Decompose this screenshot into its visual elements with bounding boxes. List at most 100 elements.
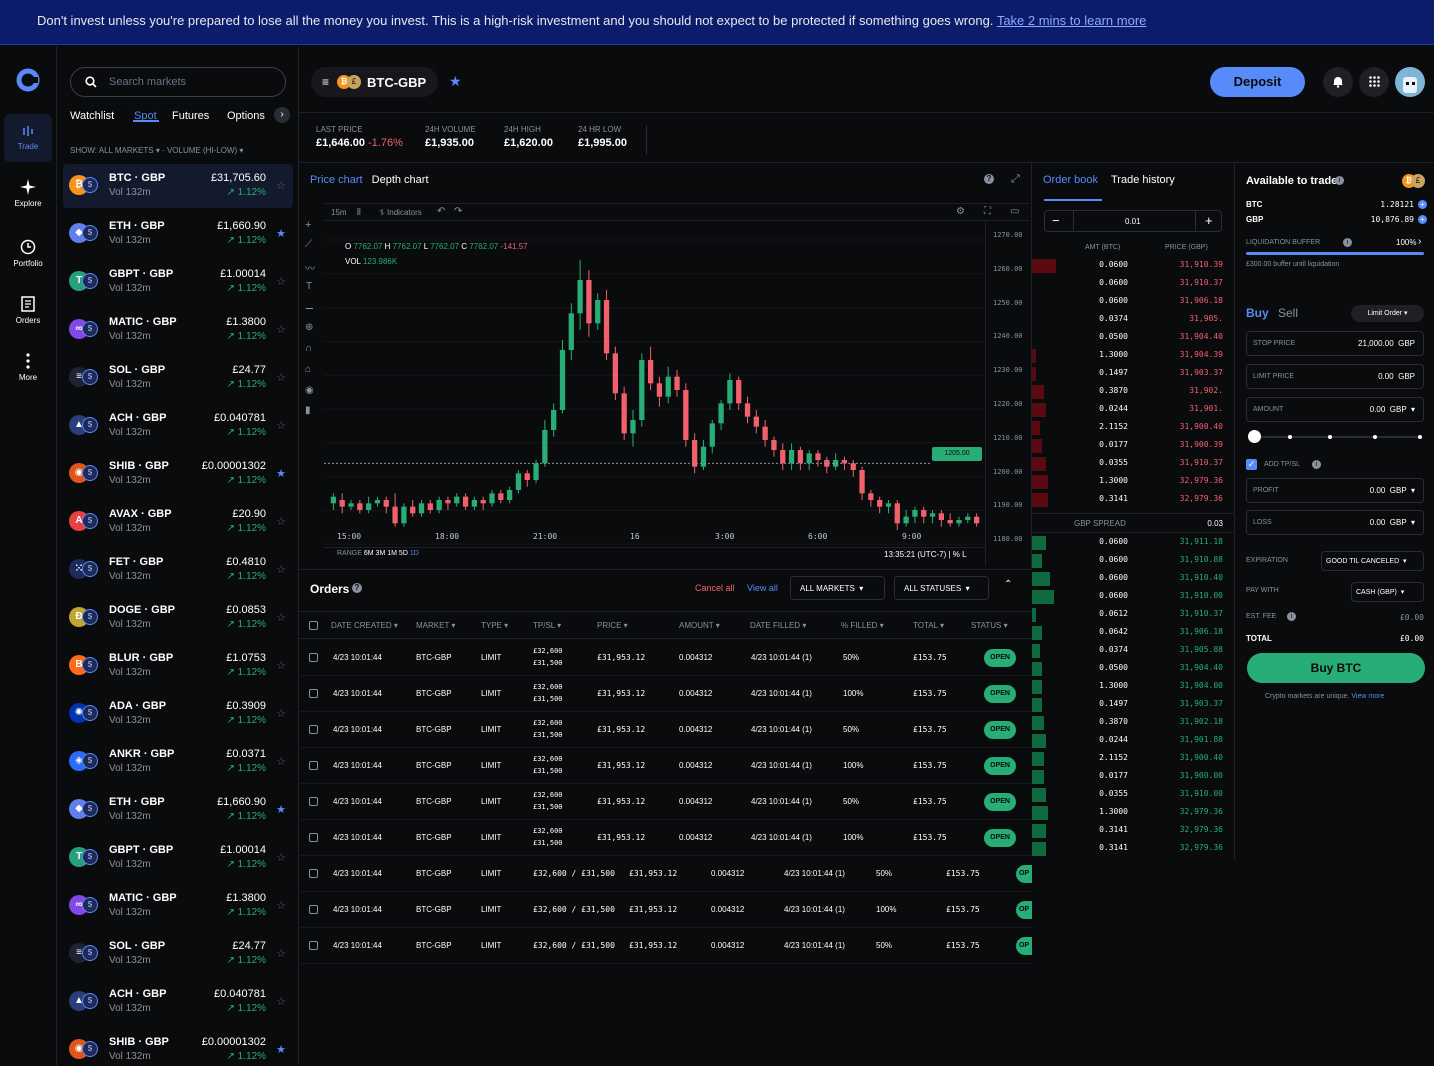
- star-icon[interactable]: ☆: [276, 563, 286, 576]
- book-row[interactable]: 0.0355 31,910.37: [1032, 455, 1235, 473]
- candle-body[interactable]: [771, 440, 777, 450]
- row-checkbox[interactable]: [309, 833, 318, 842]
- add-icon[interactable]: +: [1418, 200, 1427, 209]
- market-row[interactable]: ◈ $ ANKR · GBP Vol 132m £0.0371 ↗ 1.12% ☆: [63, 740, 293, 784]
- range-1d[interactable]: 1D: [410, 550, 419, 557]
- book-row[interactable]: 0.0600 31,906.18: [1032, 293, 1235, 311]
- loss-currency[interactable]: GBP: [1390, 518, 1407, 527]
- limit-price-field[interactable]: LIMIT PRICE 0.00 GBP: [1246, 364, 1424, 389]
- buy-tab[interactable]: Buy: [1246, 306, 1269, 320]
- candle-body[interactable]: [480, 500, 486, 504]
- candle-body[interactable]: [392, 506, 398, 524]
- candle-body[interactable]: [683, 390, 689, 440]
- camera-icon[interactable]: ▭: [1010, 206, 1019, 217]
- candle-body[interactable]: [877, 500, 883, 507]
- market-row[interactable]: ₿ $ BTC · GBP Vol 132m £31,705.60 ↗ 1.12% ☆: [63, 164, 293, 208]
- candle-body[interactable]: [506, 490, 513, 500]
- nav-orders[interactable]: Orders: [4, 291, 52, 339]
- market-row[interactable]: ⁙ $ FET · GBP Vol 132m £0.4810 ↗ 1.12% ☆: [63, 548, 293, 592]
- collapse-icon[interactable]: ⌃: [1004, 579, 1012, 590]
- book-row[interactable]: 0.0244 31,901.88: [1032, 732, 1235, 750]
- candle-body[interactable]: [647, 360, 654, 384]
- sell-tab[interactable]: Sell: [1278, 306, 1298, 320]
- book-row[interactable]: 1.3000 31,904.00: [1032, 678, 1235, 696]
- table-row[interactable]: 4/23 10:01:44 BTC-GBP LIMIT £32,600 £31,500 £…: [299, 640, 1032, 676]
- table-row[interactable]: 4/23 10:01:44 BTC-GBP LIMIT £32,600 £31,500 £…: [299, 712, 1032, 748]
- candle-body[interactable]: [383, 500, 389, 507]
- table-row[interactable]: 4/23 10:01:44 BTC-GBP LIMIT £32,600 £31,500 £…: [299, 676, 1032, 712]
- book-row[interactable]: 0.0500 31,904.40: [1032, 660, 1235, 678]
- table-row[interactable]: 4/23 10:01:44 BTC-GBP LIMIT £32,600 / £31,5…: [299, 856, 1032, 892]
- crosshair-icon[interactable]: +: [305, 219, 311, 231]
- ruler-icon[interactable]: ⚊: [305, 301, 314, 312]
- profit-input[interactable]: 0.00: [1370, 486, 1386, 495]
- star-icon[interactable]: ☆: [276, 611, 286, 624]
- candle-body[interactable]: [462, 496, 469, 507]
- candle-body[interactable]: [612, 353, 618, 394]
- star-icon[interactable]: ☆: [276, 707, 286, 720]
- minus-icon[interactable]: −: [1052, 213, 1060, 228]
- tab-futures[interactable]: Futures: [172, 110, 209, 122]
- candle-body[interactable]: [577, 280, 583, 314]
- nav-more[interactable]: More: [4, 348, 52, 396]
- book-row[interactable]: 0.0500 31,904.40: [1032, 329, 1235, 347]
- star-icon[interactable]: ☆: [276, 899, 286, 912]
- candle-body[interactable]: [692, 440, 698, 467]
- star-icon[interactable]: ☆: [276, 515, 286, 528]
- amount-slider[interactable]: [1248, 430, 1422, 443]
- row-checkbox[interactable]: [309, 761, 318, 770]
- undo-icon[interactable]: ↶: [437, 206, 445, 217]
- star-icon[interactable]: ☆: [276, 851, 286, 864]
- candle-body[interactable]: [621, 393, 627, 434]
- star-icon[interactable]: ☆: [276, 371, 286, 384]
- search-input[interactable]: Search markets: [109, 76, 186, 88]
- star-icon[interactable]: ☆: [276, 275, 286, 288]
- pct-toggle[interactable]: % L: [953, 550, 967, 559]
- book-row[interactable]: 0.0374 31,905.88: [1032, 642, 1235, 660]
- order-type-select[interactable]: Limit Order ▾: [1351, 305, 1424, 322]
- candle-body[interactable]: [498, 493, 504, 500]
- market-row[interactable]: ▲ $ ACH · GBP Vol 132m £0.040781 ↗ 1.12% ☆: [63, 980, 293, 1024]
- book-row[interactable]: 2.1152 31,900.40: [1032, 750, 1235, 768]
- row-checkbox[interactable]: [309, 689, 318, 698]
- candle-body[interactable]: [674, 376, 680, 390]
- candle-body[interactable]: [445, 500, 451, 504]
- book-row[interactable]: 0.0600 31,910.37: [1032, 275, 1235, 293]
- chevron-right-icon[interactable]: ›: [1418, 236, 1421, 247]
- buy-btc-button[interactable]: Buy BTC: [1247, 653, 1425, 683]
- stop-price-input[interactable]: 21,000.00: [1358, 339, 1394, 348]
- apps-button[interactable]: [1359, 67, 1389, 97]
- candle-body[interactable]: [595, 300, 601, 324]
- favorite-star-icon[interactable]: ★: [449, 73, 462, 90]
- table-row[interactable]: 4/23 10:01:44 BTC-GBP LIMIT £32,600 / £31,5…: [299, 928, 1032, 964]
- candle-body[interactable]: [533, 463, 539, 480]
- book-row[interactable]: 0.0600 31,910.39: [1032, 257, 1235, 275]
- tab-price-chart[interactable]: Price chart: [310, 174, 363, 186]
- market-row[interactable]: ≡ $ SOL · GBP Vol 132m £24.77 ↗ 1.12% ☆: [63, 932, 293, 976]
- star-icon[interactable]: ★: [276, 227, 286, 240]
- avatar[interactable]: [1395, 67, 1425, 97]
- amount-field[interactable]: AMOUNT 0.00 GBP ▾: [1246, 397, 1424, 422]
- candle-body[interactable]: [366, 503, 372, 510]
- pay-with-select[interactable]: CASH (GBP) ▾: [1351, 582, 1424, 602]
- book-row[interactable]: 0.0642 31,906.18: [1032, 624, 1235, 642]
- info-icon[interactable]: i: [1343, 238, 1352, 247]
- range-3m[interactable]: 3M: [376, 550, 386, 557]
- step-stepper[interactable]: − 0.01 +: [1044, 210, 1222, 232]
- loss-input[interactable]: 0.00: [1370, 518, 1386, 527]
- book-row[interactable]: 0.3141 32,979.36: [1032, 840, 1235, 858]
- tab-order-book[interactable]: Order book: [1043, 174, 1098, 186]
- candle-body[interactable]: [427, 503, 433, 510]
- candle-body[interactable]: [348, 503, 354, 507]
- market-row[interactable]: T $ GBPT · GBP Vol 132m £1.00014 ↗ 1.12% ☆: [63, 836, 293, 880]
- column-header[interactable]: TOTAL ▾: [913, 621, 944, 630]
- candle-body[interactable]: [885, 503, 892, 507]
- candle-body[interactable]: [780, 450, 786, 464]
- book-row[interactable]: 0.0244 31,901.: [1032, 401, 1235, 419]
- expiration-select[interactable]: GOOD TIL CANCELED ▾: [1321, 551, 1424, 571]
- limit-price-input[interactable]: 0.00: [1378, 372, 1394, 381]
- star-icon[interactable]: ★: [276, 1043, 286, 1056]
- row-checkbox[interactable]: [309, 905, 318, 914]
- candle-body[interactable]: [894, 503, 900, 524]
- redo-icon[interactable]: ↷: [454, 206, 462, 217]
